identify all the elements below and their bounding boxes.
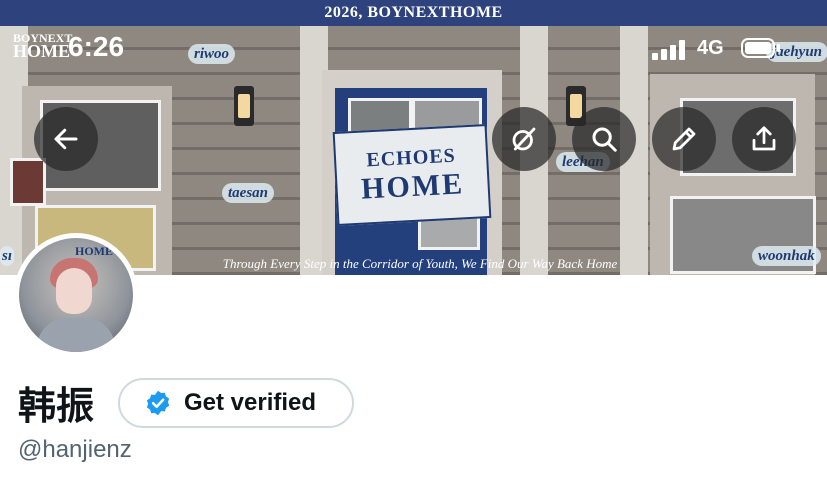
status-time: 6:26 <box>68 31 125 62</box>
avatar-face <box>56 268 92 314</box>
profile-name: 韩振 <box>18 384 95 428</box>
edit-button[interactable] <box>652 107 716 171</box>
search-button[interactable] <box>572 107 636 171</box>
banner-sticker: sı <box>0 246 15 266</box>
search-icon <box>592 127 617 152</box>
banner-sticker: riwoo <box>188 44 236 64</box>
battery-icon <box>741 38 775 58</box>
network-type: 4G <box>697 37 724 59</box>
share-button[interactable] <box>732 107 796 171</box>
avatar-image[interactable]: HOME <box>19 238 133 352</box>
get-verified-button[interactable]: Get verified <box>118 378 354 428</box>
grok-icon <box>512 127 536 151</box>
back-button[interactable] <box>34 107 98 171</box>
banner-logo-echoes-of-home: ECHOES HOME <box>332 124 492 226</box>
banner-sticker: woonhak <box>752 246 821 266</box>
banner-sticker: jaehyun <box>766 42 827 62</box>
verified-badge-icon <box>146 390 170 416</box>
banner-tagline: Through Every Step in the Corridor of Yo… <box>222 256 618 271</box>
cellular-signal-icon <box>652 40 690 60</box>
banner-photo-door <box>10 158 46 206</box>
battery-cap <box>777 44 780 52</box>
grok-button[interactable] <box>492 107 556 171</box>
avatar-body <box>37 318 115 352</box>
pencil-icon <box>672 127 696 151</box>
get-verified-label: Get verified <box>184 389 317 416</box>
avatar-logo-text: HOME <box>75 244 113 258</box>
profile-handle: @hanjienz <box>18 436 132 463</box>
arrow-left-icon <box>54 128 78 150</box>
banner-top-text: 2026, BOYNEXTHOME <box>0 0 827 26</box>
corner-logo: BOYNEXT HOME <box>13 31 73 61</box>
banner-lamp-icon <box>234 86 254 126</box>
share-icon <box>752 126 776 151</box>
banner-sticker: taesan <box>222 183 275 203</box>
